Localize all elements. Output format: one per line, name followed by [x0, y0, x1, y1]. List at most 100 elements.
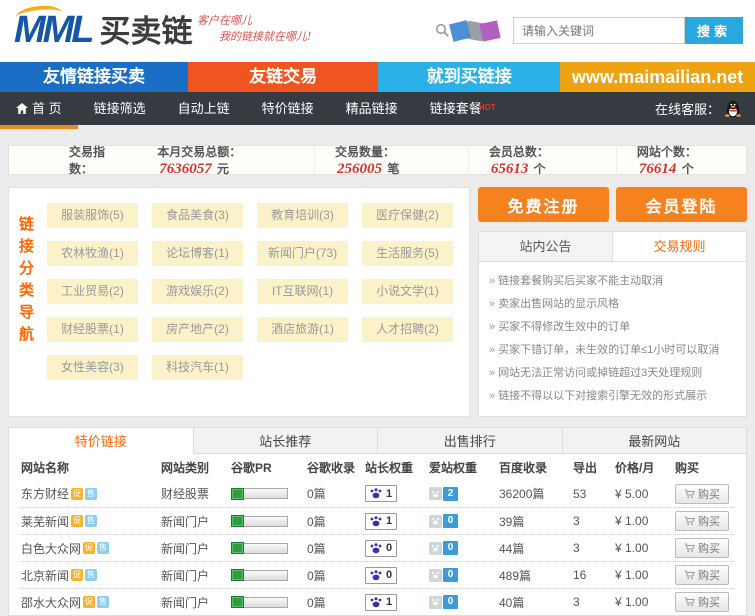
category-button[interactable]: 小说文学(1): [362, 279, 453, 304]
category-button[interactable]: 论坛博客(1): [152, 241, 243, 266]
logo[interactable]: MML 买卖链: [14, 3, 193, 50]
category-button[interactable]: 服装服饰(5): [47, 203, 138, 228]
table-body: 东方财经 促 售 财经股票 0篇 1 2 36200篇 53 ¥ 5.00 购买…: [21, 480, 734, 615]
buy-button[interactable]: 购买: [675, 511, 729, 531]
right-column: 免费注册 会员登陆 站内公告交易规则 链接套餐购买后买家不能主动取消卖家出售网站…: [478, 187, 747, 417]
promo-badge-icon: 促: [83, 542, 96, 554]
nav-item[interactable]: 链接筛选: [78, 92, 162, 125]
promo-badge-icon: 促: [71, 515, 84, 527]
baidu-included: 40篇: [499, 595, 525, 610]
zhanzhang-weight: 0: [365, 539, 429, 557]
category-button[interactable]: 科技汽车(1): [152, 355, 243, 380]
online-service-label: 在线客服：: [654, 102, 720, 117]
category-button[interactable]: 工业贸易(2): [47, 279, 138, 304]
site-name-cell[interactable]: 北京新闻 促 售: [21, 567, 161, 584]
sale-badge-icon: 售: [97, 596, 110, 608]
pr-fill: [231, 515, 244, 527]
column-header: 谷歌收录: [307, 460, 356, 475]
register-button[interactable]: 免费注册: [478, 187, 609, 222]
category-button[interactable]: 人才招聘(2): [362, 317, 453, 342]
site-name-cell[interactable]: 邵水大众网 促 售: [21, 594, 161, 611]
aizhan-icon: [429, 514, 442, 528]
google-included: 0篇: [307, 487, 326, 501]
rule-item: 链接不得以以下对搜索引擎无效的形式展示: [489, 385, 736, 408]
category-button[interactable]: 食品美食(3): [152, 203, 243, 228]
google-included: 0篇: [307, 568, 326, 583]
login-button[interactable]: 会员登陆: [616, 187, 747, 222]
paw-icon: [370, 488, 382, 499]
buy-button[interactable]: 购买: [675, 565, 729, 585]
nav-item[interactable]: 特价链接: [246, 92, 330, 125]
category-button[interactable]: 游戏娱乐(2): [152, 279, 243, 304]
google-pr-meter: [231, 596, 307, 608]
site-category: 新闻门户: [161, 541, 210, 556]
search-button[interactable]: 搜索: [685, 17, 743, 44]
outlink-count: 3: [573, 595, 580, 609]
cart-icon: [684, 570, 695, 580]
nav-item[interactable]: 链接套餐 HOT: [414, 92, 498, 125]
aizhan-weight: 0: [429, 514, 499, 528]
category-panel: 链接分类导航 服装服饰(5) 食品美食(3) 教育培训(3) 医疗保健(2) 农林牧渔(…: [8, 187, 470, 417]
sale-badge-icon: 售: [97, 542, 110, 554]
pr-fill: [231, 596, 244, 608]
pr-bar: [244, 542, 288, 554]
google-pr-meter: [231, 542, 307, 554]
listing-tab[interactable]: 站长推荐: [193, 427, 378, 454]
stat-item: 本月交易总额：7636057 元: [157, 144, 242, 177]
price-per-month: ¥ 1.00: [615, 514, 649, 528]
category-button[interactable]: 农林牧渔(1): [47, 241, 138, 266]
pr-fill: [231, 569, 244, 581]
category-button[interactable]: 生活服务(5): [362, 241, 453, 266]
table-header-row: 网站名称 网站类别 谷歌PR 谷歌收录 站长权重 爱站权重 百度收录 导出 价格/月 购买: [21, 454, 734, 480]
aizhan-icon: [429, 595, 442, 609]
cart-icon: [684, 543, 695, 553]
stats-title: 交易指数：: [69, 145, 106, 176]
listing-tab[interactable]: 最新网站: [562, 427, 747, 454]
aizhan-icon: [429, 568, 442, 582]
category-button[interactable]: 新闻门户(73): [257, 241, 348, 266]
stat-item: 交易数量：256005 笔: [314, 142, 450, 178]
online-service[interactable]: 在线客服：: [655, 92, 755, 125]
listing-tab[interactable]: 出售排行: [378, 427, 563, 454]
category-button[interactable]: IT互联网(1): [257, 279, 348, 304]
slogan: 客户在哪儿 我的链接就在哪儿!: [197, 14, 312, 43]
site-name-cell[interactable]: 白色大众网 促 售: [21, 540, 161, 557]
listing-tab[interactable]: 特价链接: [8, 427, 194, 454]
site-name-cell[interactable]: 莱芜新闻 促 售: [21, 513, 161, 530]
site-name-cell[interactable]: 东方财经 促 售: [21, 485, 161, 502]
links-table: 网站名称 网站类别 谷歌PR 谷歌收录 站长权重 爱站权重 百度收录 导出 价格/月 购买 东方财…: [8, 454, 747, 616]
category-button[interactable]: 医疗保健(2): [362, 203, 453, 228]
category-button[interactable]: 女性美容(3): [47, 355, 138, 380]
buy-button[interactable]: 购买: [675, 538, 729, 558]
notice-tab[interactable]: 站内公告: [479, 232, 613, 261]
search-input[interactable]: [513, 17, 685, 44]
category-button[interactable]: 房产地产(2): [152, 317, 243, 342]
table-row: 东方财经 促 售 财经股票 0篇 1 2 36200篇 53 ¥ 5.00 购买: [21, 480, 734, 507]
pr-fill: [231, 542, 244, 554]
buy-button[interactable]: 购买: [675, 483, 729, 504]
outlink-count: 3: [573, 541, 580, 555]
paw-icon: [370, 596, 382, 607]
column-header: 网站名称: [21, 460, 70, 475]
category-button[interactable]: 教育培训(3): [257, 203, 348, 228]
category-button[interactable]: 财经股票(1): [47, 317, 138, 342]
nav-item[interactable]: 精品链接: [330, 92, 414, 125]
site-category: 新闻门户: [161, 514, 210, 529]
banner-segment: 友情链接买卖: [0, 62, 188, 92]
price-per-month: ¥ 1.00: [615, 541, 649, 555]
price-per-month: ¥ 1.00: [615, 568, 649, 582]
nav-item[interactable]: 首 页: [0, 92, 78, 129]
category-grid: 服装服饰(5) 食品美食(3) 教育培训(3) 医疗保健(2) 农林牧渔(1) 论坛博客(…: [37, 188, 469, 416]
rule-item: 链接套餐购买后买家不能主动取消: [489, 270, 736, 293]
rule-item: 买家不得修改生效中的订单: [489, 316, 736, 339]
nav-item[interactable]: 自动上链: [162, 92, 246, 125]
zhanzhang-weight: 1: [365, 512, 429, 530]
notice-tab[interactable]: 交易规则: [613, 232, 746, 261]
column-header: 购买: [675, 460, 700, 475]
category-button[interactable]: 酒店旅游(1): [257, 317, 348, 342]
buy-button[interactable]: 购买: [675, 592, 729, 612]
column-header: 价格/月: [615, 460, 655, 475]
pr-bar: [244, 569, 288, 581]
notice-tabs: 站内公告 交易规则: [479, 232, 746, 262]
site-category: 新闻门户: [161, 568, 210, 583]
